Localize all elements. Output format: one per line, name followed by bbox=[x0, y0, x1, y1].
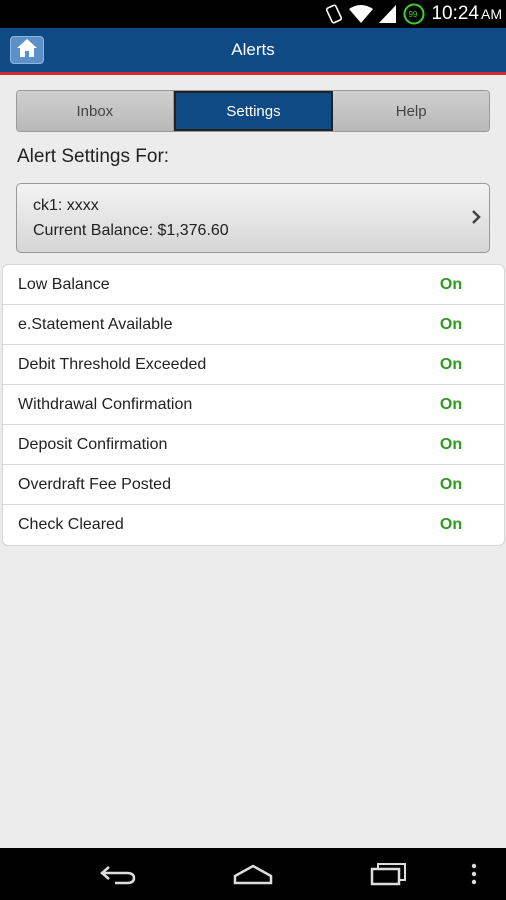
alert-name: Check Cleared bbox=[18, 516, 124, 533]
recents-button[interactable] bbox=[367, 858, 409, 890]
alert-row-check-cleared[interactable]: Check Cleared On bbox=[3, 505, 504, 545]
wifi-icon bbox=[349, 4, 374, 24]
chevron-right-icon bbox=[471, 209, 481, 230]
battery-icon: 99 bbox=[403, 3, 425, 25]
balance-label: Current Balance: bbox=[33, 222, 154, 239]
alert-name: Deposit Confirmation bbox=[18, 435, 168, 453]
home-nav-icon bbox=[233, 864, 273, 885]
alert-row-debit-threshold[interactable]: Debit Threshold Exceeded On bbox=[3, 345, 504, 385]
overflow-menu-button[interactable] bbox=[466, 858, 482, 890]
tab-settings[interactable]: Settings bbox=[173, 91, 334, 131]
alert-name: Debit Threshold Exceeded bbox=[18, 355, 207, 373]
rotate-icon bbox=[325, 4, 343, 24]
account-balance-row: Current Balance: $1,376.60 bbox=[33, 222, 229, 240]
recents-icon bbox=[370, 863, 406, 886]
overflow-menu-icon bbox=[471, 863, 477, 885]
balance-value: $1,376.60 bbox=[157, 222, 229, 239]
app-header: Alerts bbox=[0, 28, 506, 75]
alert-name: e.Statement Available bbox=[18, 315, 173, 333]
alert-name: Low Balance bbox=[18, 275, 110, 293]
status-clock: 10:24 AM bbox=[431, 3, 502, 25]
status-time: 10:24 bbox=[431, 3, 479, 24]
system-nav-bar bbox=[0, 848, 506, 900]
account-name: ck1: xxxx bbox=[33, 197, 99, 214]
status-bar: 99 10:24 AM bbox=[0, 0, 506, 28]
tab-help[interactable]: Help bbox=[333, 91, 489, 131]
alert-name: Withdrawal Confirmation bbox=[18, 395, 193, 413]
alert-status: On bbox=[439, 475, 463, 493]
back-button[interactable] bbox=[98, 858, 138, 890]
alert-row-overdraft-fee[interactable]: Overdraft Fee Posted On bbox=[3, 465, 504, 505]
status-ampm: AM bbox=[481, 6, 502, 22]
alert-status: On bbox=[439, 355, 463, 373]
alert-row-low-balance[interactable]: Low Balance On bbox=[3, 265, 504, 305]
alert-status: On bbox=[439, 315, 463, 333]
alert-status: On bbox=[439, 275, 463, 293]
alert-status: On bbox=[439, 435, 463, 453]
alert-name: Overdraft Fee Posted bbox=[18, 475, 171, 493]
alert-status: On bbox=[439, 395, 463, 413]
home-nav-button[interactable] bbox=[231, 858, 275, 890]
page-title: Alerts bbox=[231, 40, 275, 59]
alerts-tabs: Inbox Settings Help bbox=[16, 90, 490, 132]
back-icon bbox=[100, 866, 136, 885]
tab-inbox[interactable]: Inbox bbox=[17, 91, 174, 131]
section-label: Alert Settings For: bbox=[17, 146, 170, 167]
alert-row-deposit[interactable]: Deposit Confirmation On bbox=[3, 425, 504, 465]
alert-row-withdrawal[interactable]: Withdrawal Confirmation On bbox=[3, 385, 504, 425]
alert-status: On bbox=[439, 516, 463, 533]
alerts-list: Low Balance On e.Statement Available On … bbox=[2, 264, 505, 546]
alert-row-estatement[interactable]: e.Statement Available On bbox=[3, 305, 504, 345]
account-selector[interactable]: ck1: xxxx Current Balance: $1,376.60 bbox=[16, 183, 490, 253]
signal-icon bbox=[379, 4, 397, 24]
battery-level: 99 bbox=[408, 9, 418, 19]
